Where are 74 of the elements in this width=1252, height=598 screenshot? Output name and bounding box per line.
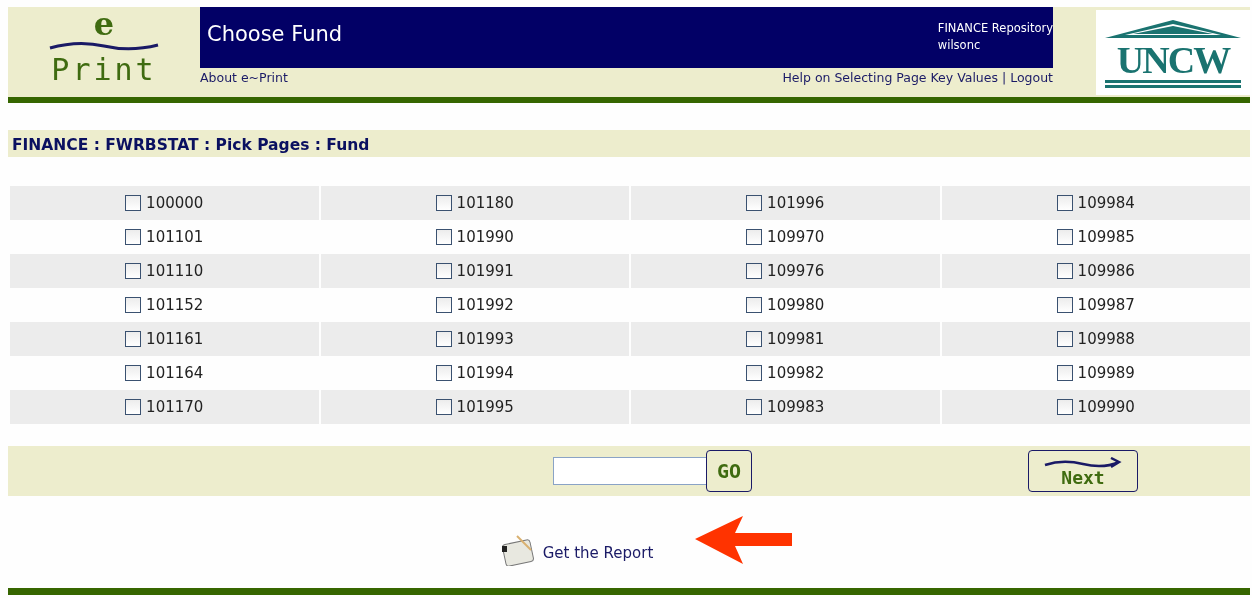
- fund-label: 101995: [456, 396, 514, 418]
- checkbox[interactable]: [1056, 331, 1073, 347]
- fund-label: 109989: [1077, 362, 1135, 384]
- checkbox[interactable]: [125, 297, 142, 313]
- checkbox[interactable]: [125, 365, 142, 381]
- wave-icon: [48, 39, 160, 53]
- fund-label: 109984: [1077, 192, 1135, 214]
- fund-label: 109982: [767, 362, 825, 384]
- checkbox[interactable]: [125, 263, 142, 279]
- go-button[interactable]: GO: [706, 450, 752, 492]
- fund-label: 109986: [1077, 260, 1135, 282]
- checkbox[interactable]: [1056, 399, 1073, 415]
- fund-label: 109990: [1077, 396, 1135, 418]
- breadcrumb: FINANCE : FWRBSTAT : Pick Pages : Fund: [12, 136, 370, 154]
- checkbox[interactable]: [746, 297, 763, 313]
- checkbox[interactable]: [746, 365, 763, 381]
- fund-label: 109987: [1077, 294, 1135, 316]
- fund-label: 109988: [1077, 328, 1135, 350]
- checkbox[interactable]: [435, 263, 452, 279]
- university-logo: UNCW: [1096, 10, 1250, 95]
- checkbox[interactable]: [746, 331, 763, 347]
- repository-name: FINANCE Repository: [937, 20, 1053, 37]
- fund-label: 101990: [456, 226, 514, 248]
- fund-label: 101164: [146, 362, 204, 384]
- checkbox[interactable]: [125, 229, 142, 245]
- checkbox[interactable]: [125, 331, 142, 347]
- separator: |: [1002, 70, 1007, 85]
- checkbox[interactable]: [435, 365, 452, 381]
- checkbox[interactable]: [746, 229, 763, 245]
- checkbox[interactable]: [1056, 229, 1073, 245]
- arrow-icon: [1043, 457, 1123, 471]
- fund-label: 109980: [767, 294, 825, 316]
- checkbox[interactable]: [125, 399, 142, 415]
- fund-label: 109981: [767, 328, 825, 350]
- fund-label: 101110: [146, 260, 204, 282]
- fund-label: 101991: [456, 260, 514, 282]
- help-link[interactable]: Help on Selecting Page Key Values: [782, 70, 998, 85]
- fund-label: 101993: [456, 328, 514, 350]
- checkbox[interactable]: [746, 195, 763, 211]
- fund-label: 109983: [767, 396, 825, 418]
- next-button[interactable]: Next: [1028, 450, 1138, 492]
- fund-label: 109985: [1077, 226, 1135, 248]
- checkbox[interactable]: [746, 399, 763, 415]
- fund-label: 101170: [146, 396, 204, 418]
- logout-link[interactable]: Logout: [1010, 70, 1053, 85]
- about-link[interactable]: About e~Print: [200, 69, 288, 88]
- fund-label: 109970: [767, 226, 825, 248]
- report-link[interactable]: Get the Report: [542, 541, 654, 564]
- checkbox[interactable]: [435, 399, 452, 415]
- fund-label: 101994: [456, 362, 514, 384]
- base-lines-icon: [1105, 79, 1241, 88]
- checkbox[interactable]: [1056, 263, 1073, 279]
- fund-label: 101996: [767, 192, 825, 214]
- checkbox[interactable]: [435, 195, 452, 211]
- checkbox[interactable]: [435, 331, 452, 347]
- clipboard-icon: [500, 534, 537, 566]
- checkbox[interactable]: [435, 297, 452, 313]
- fund-label: 101161: [146, 328, 204, 350]
- eprint-logo: e Print: [8, 7, 200, 97]
- fund-label: 109976: [767, 260, 825, 282]
- user-name: wilsonc: [937, 37, 982, 54]
- fund-label: 101152: [146, 294, 204, 316]
- fund-label: 101992: [456, 294, 514, 316]
- fund-label: 101180: [456, 192, 514, 214]
- page-title: Choose Fund: [207, 21, 343, 48]
- checkbox[interactable]: [1056, 297, 1073, 313]
- checkbox[interactable]: [746, 263, 763, 279]
- checkbox[interactable]: [435, 229, 452, 245]
- fund-label: 101101: [146, 226, 204, 248]
- fund-label: 100000: [146, 192, 204, 214]
- checkbox[interactable]: [1056, 195, 1073, 211]
- page-input-field[interactable]: [553, 457, 707, 485]
- checkbox[interactable]: [125, 195, 142, 211]
- checkbox[interactable]: [1056, 365, 1073, 381]
